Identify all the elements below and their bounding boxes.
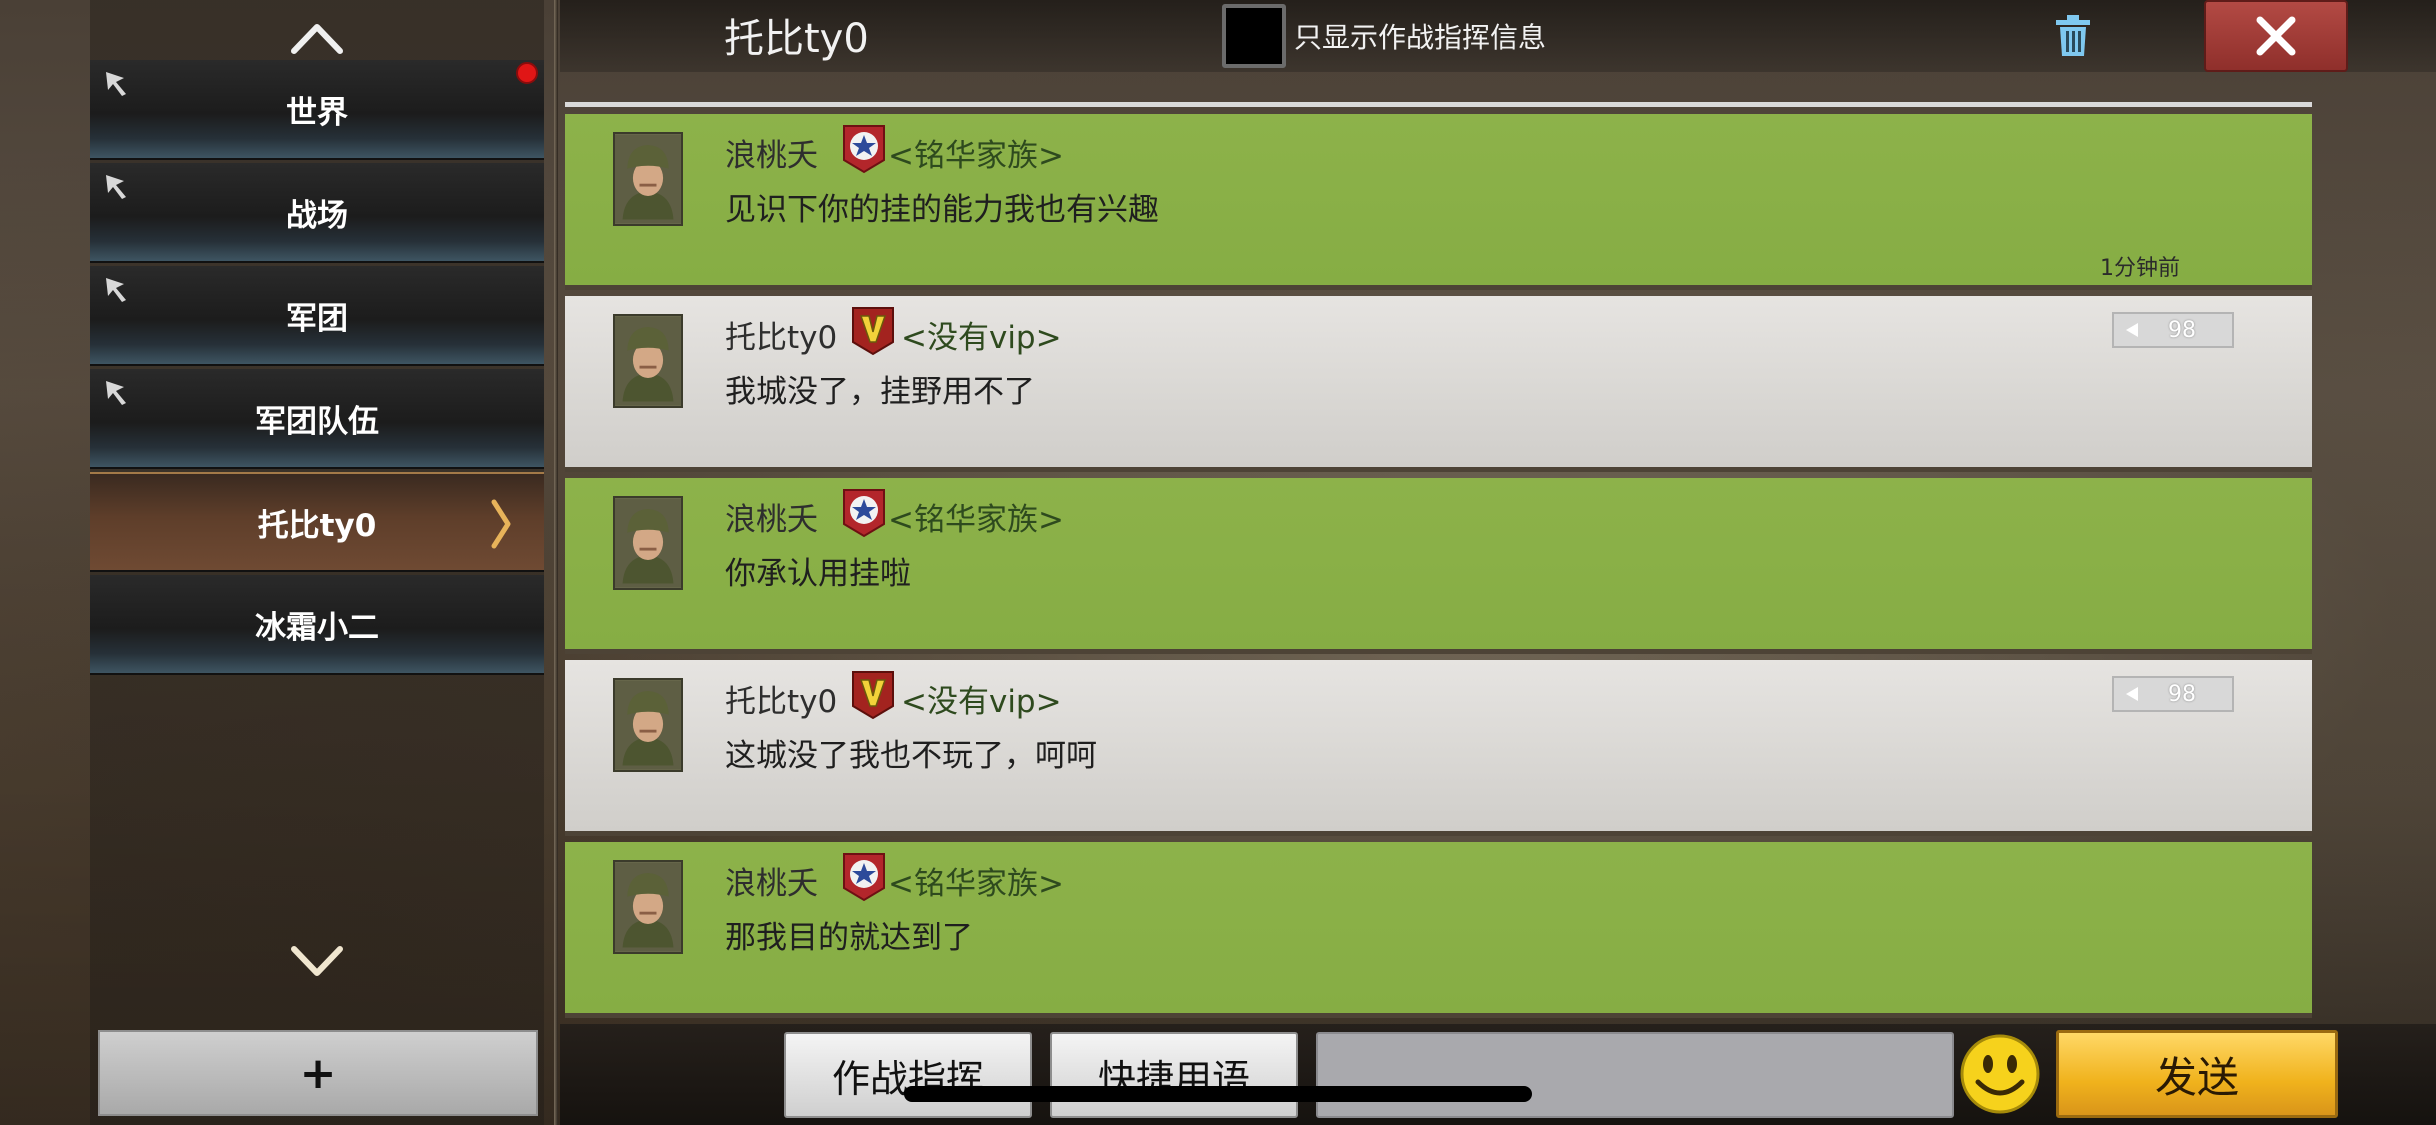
player-level: 98 <box>2168 317 2196 343</box>
star-badge-icon <box>843 853 885 902</box>
scroll-up-button[interactable] <box>90 8 544 68</box>
channel-world[interactable]: 世界 <box>90 60 544 160</box>
channel-label: 冰霜小二 <box>255 609 379 646</box>
message-item: 浪桃夭 <铭华家族> 你承认用挂啦 <box>565 478 2312 654</box>
command-filter-checkbox[interactable] <box>1222 4 1286 68</box>
pin-icon <box>106 278 126 302</box>
battle-command-button[interactable]: 作战指挥 <box>784 1032 1032 1118</box>
triangle-left-icon <box>2126 687 2138 701</box>
vip-tag: <没有vip> <box>901 684 1062 720</box>
channel-legion-team[interactable]: 军团队伍 <box>90 369 544 469</box>
channel-private-bingshuang[interactable]: 冰霜小二 <box>90 575 544 675</box>
message-list[interactable]: 浪桃夭 <铭华家族> 见识下你的挂的能力我也有兴趣 1分钟前 托比ty0 <没有… <box>565 114 2312 1020</box>
chat-title: 托比ty0 <box>724 16 869 62</box>
channel-battlefield[interactable]: 战场 <box>90 163 544 263</box>
sender-name[interactable]: 浪桃夭 <box>725 130 818 175</box>
channel-label: 战场 <box>286 197 348 234</box>
clan-tag: <铭华家族> <box>888 502 1064 538</box>
add-channel-button[interactable]: + <box>98 1030 538 1116</box>
trash-icon[interactable] <box>2054 14 2092 58</box>
channel-legion[interactable]: 军团 <box>90 266 544 366</box>
close-icon <box>2256 16 2296 56</box>
message-item: 浪桃夭 <铭华家族> 那我目的就达到了 <box>565 842 2312 1018</box>
pin-icon <box>106 381 126 405</box>
chevron-down-icon <box>291 946 343 976</box>
channel-private-tuobi[interactable]: 托比ty0 <box>90 472 544 572</box>
clan-tag: <铭华家族> <box>888 138 1064 174</box>
send-button[interactable]: 发送 <box>2056 1030 2338 1118</box>
channel-sidebar: 世界 战场 军团 军团队伍 托比ty0 冰霜小二 + <box>90 0 544 1125</box>
soldier-avatar[interactable] <box>613 314 683 408</box>
command-filter-label: 只显示作战指挥信息 <box>1294 21 1547 54</box>
player-level: 98 <box>2168 681 2196 707</box>
chevron-up-icon <box>291 24 343 54</box>
pin-icon <box>106 72 126 96</box>
channel-label: 世界 <box>286 94 348 131</box>
message-text: 我城没了，挂野用不了 <box>725 374 1035 410</box>
soldier-avatar[interactable] <box>613 678 683 772</box>
soldier-avatar[interactable] <box>613 496 683 590</box>
divider <box>565 102 2312 107</box>
clan-tag: <铭华家族> <box>888 866 1064 902</box>
close-button[interactable] <box>2204 0 2348 72</box>
sender-name[interactable]: 托比ty0 <box>725 676 837 721</box>
message-item: 浪桃夭 <铭华家族> 见识下你的挂的能力我也有兴趣 1分钟前 <box>565 114 2312 290</box>
home-indicator[interactable] <box>904 1086 1532 1102</box>
sender-name[interactable]: 浪桃夭 <box>725 858 818 903</box>
vip-tag: <没有vip> <box>901 320 1062 356</box>
message-time: 1分钟前 <box>2100 256 2180 281</box>
quick-phrases-button[interactable]: 快捷用语 <box>1050 1032 1298 1118</box>
emoji-icon[interactable] <box>1958 1032 2042 1116</box>
pin-icon <box>106 175 126 199</box>
message-text: 见识下你的挂的能力我也有兴趣 <box>725 192 1159 228</box>
channel-label: 军团队伍 <box>255 403 379 440</box>
channel-label: 军团 <box>286 300 348 337</box>
notification-dot <box>516 62 538 84</box>
message-text: 这城没了我也不玩了，呵呵 <box>725 738 1097 774</box>
message-text: 那我目的就达到了 <box>725 920 973 956</box>
message-item: 托比ty0 <没有vip> 这城没了我也不玩了，呵呵 98 <box>565 660 2312 836</box>
sender-name[interactable]: 浪桃夭 <box>725 494 818 539</box>
message-item: 托比ty0 <没有vip> 我城没了，挂野用不了 98 <box>565 296 2312 472</box>
player-level-badge: 98 <box>2112 676 2234 712</box>
button-label: 发送 <box>2154 1052 2239 1102</box>
sidebar-divider <box>554 0 558 1125</box>
soldier-portrait-icon <box>615 134 681 224</box>
vip-v-badge-icon <box>852 307 894 356</box>
soldier-portrait-icon <box>615 680 681 770</box>
triangle-left-icon <box>2126 323 2138 337</box>
soldier-avatar[interactable] <box>613 132 683 226</box>
add-icon: + <box>299 1047 337 1099</box>
sender-name[interactable]: 托比ty0 <box>725 312 837 357</box>
soldier-portrait-icon <box>615 498 681 588</box>
soldier-portrait-icon <box>615 862 681 952</box>
channel-label: 托比ty0 <box>257 507 377 544</box>
vip-v-badge-icon <box>852 671 894 720</box>
chevron-right-icon <box>491 499 511 549</box>
chat-input[interactable] <box>1316 1032 1954 1118</box>
soldier-portrait-icon <box>615 316 681 406</box>
message-text: 你承认用挂啦 <box>725 556 911 592</box>
soldier-avatar[interactable] <box>613 860 683 954</box>
scroll-down-button[interactable] <box>90 930 544 990</box>
star-badge-icon <box>843 125 885 174</box>
player-level-badge: 98 <box>2112 312 2234 348</box>
star-badge-icon <box>843 489 885 538</box>
